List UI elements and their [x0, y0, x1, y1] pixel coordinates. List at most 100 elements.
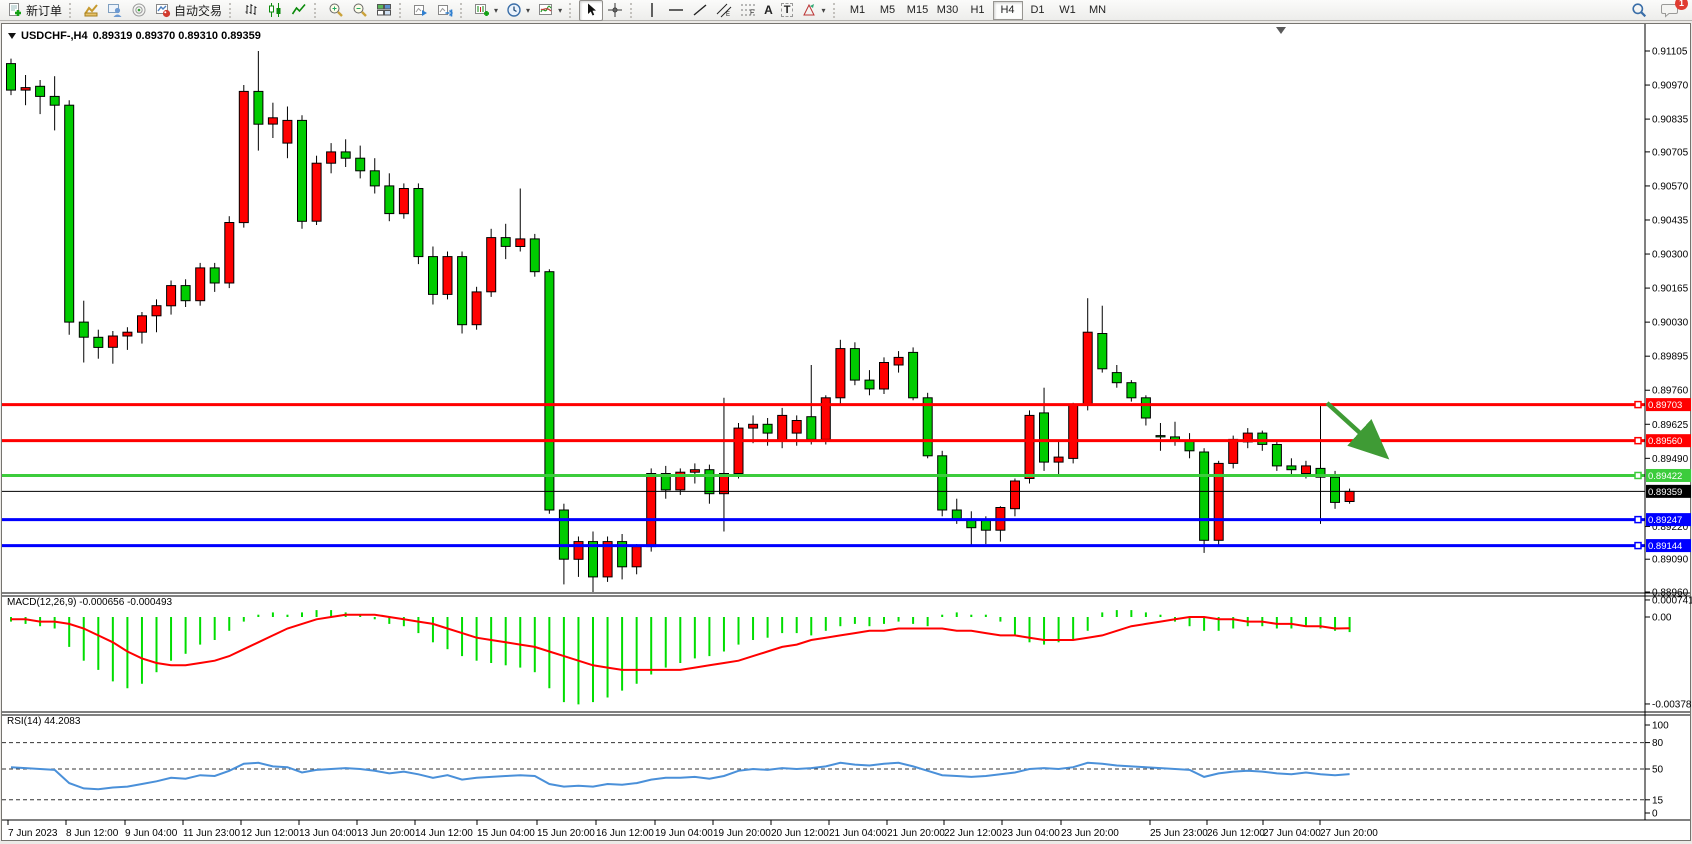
svg-text:15 Jun 20:00: 15 Jun 20:00: [537, 828, 595, 839]
period-button[interactable]: ▾: [502, 0, 534, 21]
cursor-icon: [583, 2, 599, 18]
new-chart-button[interactable]: ▾: [470, 0, 502, 21]
svg-text:0.90165: 0.90165: [1652, 284, 1689, 295]
new-chart-icon: [474, 2, 490, 18]
svg-text:19 Jun 20:00: 19 Jun 20:00: [713, 828, 771, 839]
notifications-button[interactable]: 1: [1657, 0, 1683, 21]
text-button-icon: A: [764, 3, 773, 17]
svg-text:12 Jun 12:00: 12 Jun 12:00: [241, 828, 299, 839]
new-order-button-label: 新订单: [26, 2, 62, 19]
svg-text:0.90835: 0.90835: [1652, 115, 1689, 126]
svg-text:-0.003781: -0.003781: [1652, 699, 1692, 710]
timeframe-h4[interactable]: H4: [993, 1, 1023, 20]
toolbar-separator: [314, 3, 321, 18]
timeframe-mn[interactable]: MN: [1083, 1, 1113, 20]
notification-badge: 1: [1675, 0, 1688, 10]
chevron-down-icon: ▾: [494, 6, 498, 15]
svg-text:11 Jun 23:00: 11 Jun 23:00: [183, 828, 241, 839]
svg-text:100: 100: [1652, 721, 1669, 732]
channel-button[interactable]: E: [712, 0, 736, 21]
main-toolbar: 新订单自动交易▾▾▾EFAT▾M1M5M15M30H1H4D1W1MN1: [0, 0, 1692, 21]
gold-chart-icon: [83, 2, 99, 18]
svg-text:9 Jun 04:00: 9 Jun 04:00: [125, 828, 178, 839]
toolbar-separator: [460, 3, 467, 18]
clock-icon: [506, 2, 522, 18]
toolbar-separator: [399, 3, 406, 18]
chart-shift-button[interactable]: [433, 0, 457, 21]
tile-windows-button[interactable]: [372, 0, 396, 21]
timeframe-m30[interactable]: M30: [933, 1, 963, 20]
svg-text:21 Jun 20:00: 21 Jun 20:00: [887, 828, 945, 839]
svg-text:14 Jun 12:00: 14 Jun 12:00: [415, 828, 473, 839]
fibonacci-button[interactable]: F: [736, 0, 760, 21]
label-button[interactable]: T: [777, 0, 798, 21]
chart-canvas[interactable]: 0.911050.909700.908350.907050.905700.904…: [0, 0, 1692, 844]
auto-trading-button[interactable]: 自动交易: [151, 0, 226, 21]
vertical-line-button[interactable]: [640, 0, 664, 21]
svg-text:0.89703: 0.89703: [1648, 400, 1682, 411]
crosshair-icon: [607, 2, 623, 18]
autoscroll-icon: [413, 2, 429, 18]
svg-text:0.89144: 0.89144: [1648, 541, 1682, 552]
svg-text:0.89625: 0.89625: [1652, 420, 1689, 431]
zoom-in-button[interactable]: [324, 0, 348, 21]
macd-indicator-label: MACD(12,26,9) -0.000656 -0.000493: [7, 597, 172, 608]
new-order-button[interactable]: 新订单: [3, 0, 66, 21]
zoom-out-icon: [352, 2, 368, 18]
data-window-button[interactable]: [103, 0, 127, 21]
svg-text:0.89359: 0.89359: [1648, 487, 1682, 498]
market-watch-button[interactable]: [79, 0, 103, 21]
svg-text:0: 0: [1652, 809, 1658, 820]
svg-text:20 Jun 12:00: 20 Jun 12:00: [771, 828, 829, 839]
timeframe-m15[interactable]: M15: [903, 1, 933, 20]
svg-text:F: F: [750, 10, 754, 17]
svg-text:0.00: 0.00: [1652, 613, 1672, 624]
zoom-in-icon: [328, 2, 344, 18]
timeframe-m1[interactable]: M1: [843, 1, 873, 20]
horizontal-line-button[interactable]: [664, 0, 688, 21]
ohlc-readout: 0.89319 0.89370 0.89310 0.89359: [93, 30, 261, 42]
tiles-icon: [376, 2, 392, 18]
zoom-out-button[interactable]: [348, 0, 372, 21]
svg-text:16 Jun 12:00: 16 Jun 12:00: [596, 828, 654, 839]
svg-text:0.91105: 0.91105: [1652, 47, 1688, 58]
svg-text:E: E: [726, 12, 730, 18]
strategy-tester-button[interactable]: [127, 0, 151, 21]
toolbar-separator: [69, 3, 76, 18]
timeframe-d1[interactable]: D1: [1023, 1, 1053, 20]
indicator-icon: [538, 2, 554, 18]
svg-text:7 Jun 2023: 7 Jun 2023: [8, 828, 58, 839]
search-button[interactable]: [1627, 0, 1651, 21]
template-button[interactable]: ▾: [534, 0, 566, 21]
svg-text:26 Jun 12:00: 26 Jun 12:00: [1207, 828, 1265, 839]
svg-text:23 Jun 20:00: 23 Jun 20:00: [1061, 828, 1119, 839]
svg-text:0.90970: 0.90970: [1652, 81, 1689, 92]
cursor-button[interactable]: [579, 0, 603, 21]
timeframe-h1[interactable]: H1: [963, 1, 993, 20]
shapes-button[interactable]: ▾: [797, 0, 829, 21]
line-chart-mode-button[interactable]: [287, 0, 311, 21]
toolbar-separator: [569, 3, 576, 18]
svg-text:0.89090: 0.89090: [1652, 555, 1689, 566]
svg-text:15 Jun 04:00: 15 Jun 04:00: [477, 828, 535, 839]
svg-text:0.89422: 0.89422: [1648, 471, 1682, 482]
svg-text:0.89247: 0.89247: [1648, 515, 1682, 526]
svg-text:23 Jun 04:00: 23 Jun 04:00: [1002, 828, 1060, 839]
hline-icon: [668, 2, 684, 18]
timeframe-m5[interactable]: M5: [873, 1, 903, 20]
channel-icon: E: [716, 2, 732, 18]
svg-text:13 Jun 04:00: 13 Jun 04:00: [299, 828, 357, 839]
svg-text:80: 80: [1652, 738, 1664, 749]
crosshair-button[interactable]: [603, 0, 627, 21]
svg-text:50: 50: [1652, 765, 1664, 776]
text-button[interactable]: A: [760, 0, 777, 21]
svg-text:25 Jun 23:00: 25 Jun 23:00: [1150, 828, 1208, 839]
timeframe-w1[interactable]: W1: [1053, 1, 1083, 20]
one-click-trading-collapse-icon[interactable]: [8, 33, 16, 39]
svg-text:8 Jun 12:00: 8 Jun 12:00: [66, 828, 119, 839]
candlestick-mode-button[interactable]: [263, 0, 287, 21]
linechart-icon: [291, 2, 307, 18]
auto-scroll-button[interactable]: [409, 0, 433, 21]
bar-chart-mode-button[interactable]: [239, 0, 263, 21]
trendline-button[interactable]: [688, 0, 712, 21]
